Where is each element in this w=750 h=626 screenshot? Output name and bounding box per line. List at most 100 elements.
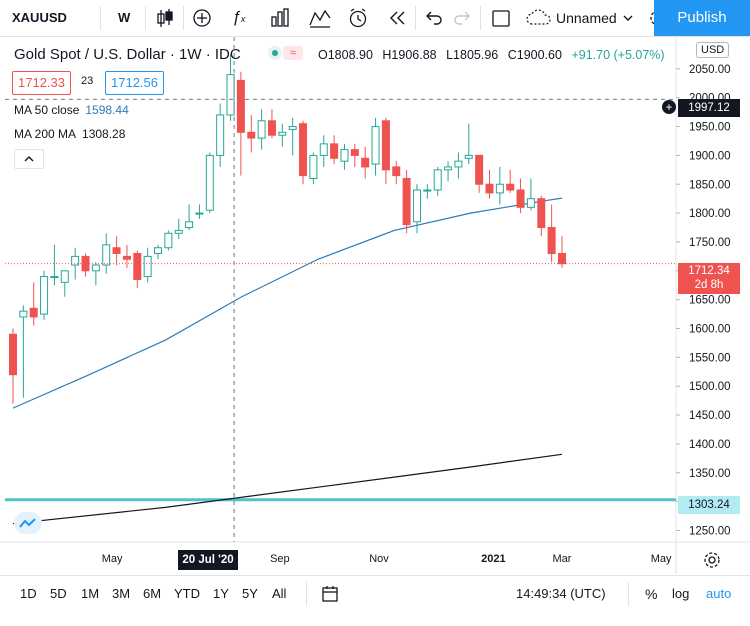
source-dot-icon [268, 46, 282, 60]
candle-body [102, 244, 111, 266]
sell-price[interactable]: 1712.33 [12, 71, 71, 95]
add-indicator-icon[interactable] [192, 0, 212, 36]
price-tick-label: 1800.00 [689, 208, 731, 220]
tradingview-logo-icon[interactable] [14, 512, 42, 534]
candle-body [558, 252, 566, 265]
ma50-value: 1598.44 [85, 103, 129, 117]
candle-body [143, 255, 152, 278]
candle-body [444, 166, 453, 171]
alert-icon[interactable] [347, 0, 369, 36]
candle-body [50, 276, 59, 279]
candle-body [506, 183, 515, 191]
clock-time[interactable]: 14:49:34 (UTC) [516, 576, 606, 612]
candle-body [247, 131, 256, 139]
candle-body [371, 126, 380, 165]
candle-body [381, 120, 390, 171]
undo-icon[interactable] [424, 0, 444, 36]
bar-chart-icon[interactable] [270, 0, 290, 36]
cloud-icon[interactable] [525, 0, 553, 36]
candle-body [226, 74, 235, 116]
range-ytd[interactable]: YTD [174, 576, 200, 612]
time-tick-label: May [651, 553, 672, 565]
publish-button[interactable]: Publish [654, 0, 750, 36]
price-tick-label: 1750.00 [689, 237, 731, 249]
candle-body [516, 189, 525, 208]
chevron-down-icon[interactable] [622, 0, 634, 36]
chevron-up-icon [24, 156, 34, 162]
currency-badge[interactable]: USD [696, 42, 730, 58]
symbol-search[interactable]: XAUUSD [12, 0, 67, 36]
price-tick-label: 1400.00 [689, 439, 731, 451]
candle-body [299, 123, 308, 177]
candle-body [257, 120, 266, 139]
collapse-legend-button[interactable] [14, 149, 44, 169]
compare-icon[interactable] [309, 0, 331, 36]
redo-icon[interactable] [452, 0, 472, 36]
current-price-value: 1712.34 [688, 265, 730, 277]
candle-body [60, 270, 69, 283]
candle-body [154, 247, 163, 254]
function-icon[interactable]: ƒx [232, 0, 245, 36]
candle-body [205, 154, 214, 211]
range-1d[interactable]: 1D [20, 576, 37, 612]
candle-body [433, 169, 442, 191]
time-tick-label: Sep [270, 553, 290, 565]
ma50-label: MA 50 close [14, 103, 80, 117]
price-chart[interactable]: 1250.001300.001350.001400.001450.001500.… [0, 37, 750, 574]
divider [145, 6, 146, 30]
candle-body [278, 131, 287, 136]
candle-body [423, 189, 432, 192]
spread-value: 23 [81, 75, 94, 87]
range-3m[interactable]: 3M [112, 576, 130, 612]
gear-icon[interactable] [702, 550, 722, 575]
candle-body [485, 183, 494, 194]
horizontal-line-price-label: 1303.24 [678, 496, 740, 514]
candle-body [537, 198, 546, 229]
range-all[interactable]: All [272, 576, 286, 612]
candle-body [288, 126, 297, 130]
candle-body [412, 189, 421, 223]
divider [628, 582, 629, 606]
range-5y[interactable]: 5Y [242, 576, 258, 612]
candle-body [309, 154, 318, 179]
time-tick-label: Nov [369, 553, 389, 565]
divider [415, 6, 416, 30]
candle-body [454, 160, 463, 168]
market-status-icon: ≈ [283, 46, 303, 60]
crosshair-price-label: 1997.12 [678, 99, 740, 117]
range-6m[interactable]: 6M [143, 576, 161, 612]
candle-body [392, 166, 401, 177]
range-5d[interactable]: 5D [50, 576, 67, 612]
candle-body [319, 143, 328, 156]
candle-body [40, 276, 49, 315]
bottom-toolbar: 1D 5D 1M 3M 6M YTD 1Y 5Y All 14:49:34 (U… [0, 575, 750, 623]
candle-body [340, 149, 349, 162]
replay-icon[interactable] [388, 0, 408, 36]
price-tick-label: 1350.00 [689, 468, 731, 480]
candles-icon[interactable] [155, 0, 175, 36]
add-alert-icon[interactable]: + [662, 100, 676, 114]
candle-body [464, 154, 473, 159]
price-tick-label: 1850.00 [689, 179, 731, 191]
percent-scale-toggle[interactable]: % [645, 576, 657, 612]
buy-price[interactable]: 1712.56 [105, 71, 164, 95]
auto-scale-toggle[interactable]: auto [706, 576, 731, 612]
price-tick-label: 1650.00 [689, 295, 731, 307]
fullscreen-icon[interactable] [490, 0, 512, 36]
price-tick-label: 1900.00 [689, 150, 731, 162]
log-scale-toggle[interactable]: log [672, 576, 689, 612]
candle-body [112, 247, 121, 254]
candle-body [19, 310, 28, 318]
ma200-legend[interactable]: MA 200 MA 1308.28 [14, 127, 125, 141]
time-tick-label: May [102, 553, 123, 565]
layout-name[interactable]: Unnamed [556, 0, 617, 36]
crosshair-date-label: 20 Jul '20 [178, 550, 238, 570]
candle-body [361, 157, 370, 168]
candle-body [350, 149, 359, 156]
range-1m[interactable]: 1M [81, 576, 99, 612]
candle-body [267, 120, 276, 136]
range-1y[interactable]: 1Y [213, 576, 229, 612]
interval-button[interactable]: W [118, 0, 130, 36]
goto-date-icon[interactable] [320, 576, 340, 612]
ma50-legend[interactable]: MA 50 close 1598.44 [14, 103, 129, 117]
